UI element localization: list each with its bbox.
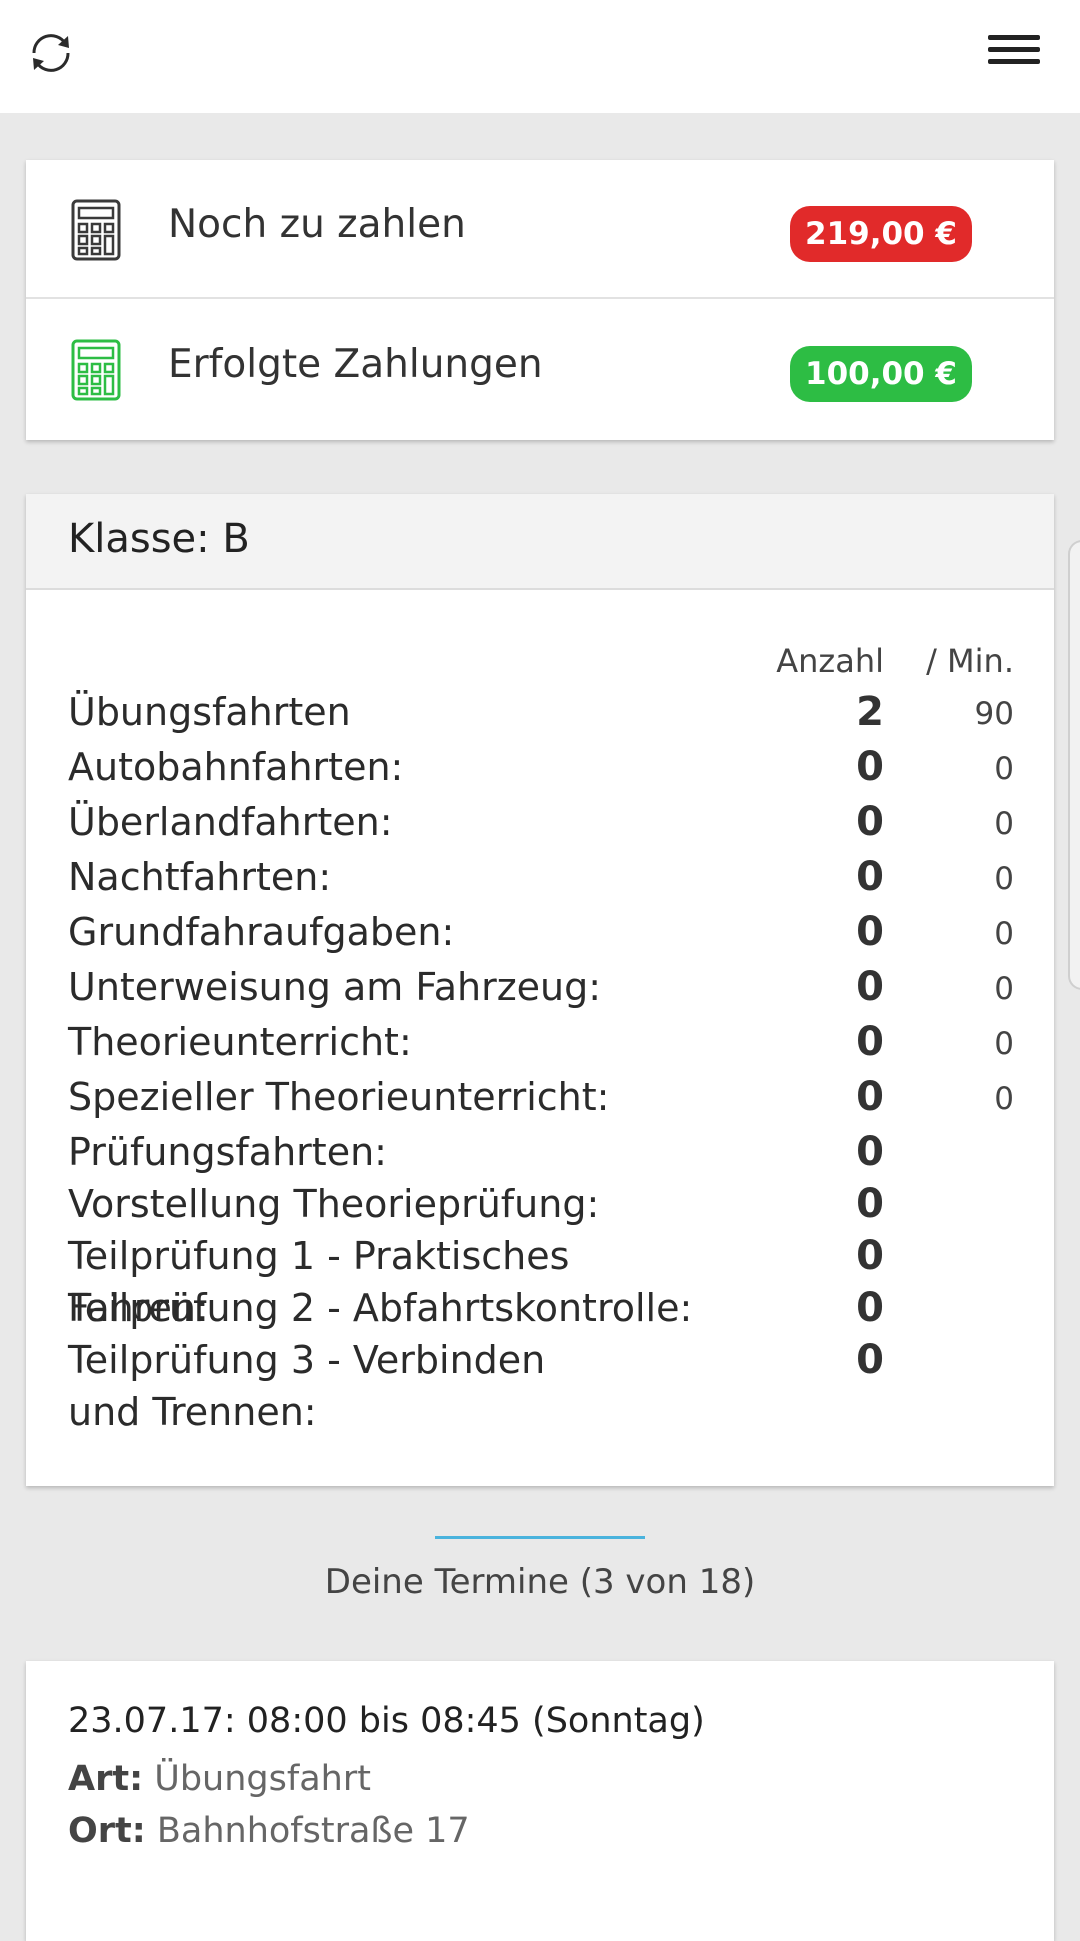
- stat-label: Unterweisung am Fahrzeug:: [68, 965, 602, 1009]
- stat-minutes: 0: [994, 1081, 1014, 1117]
- refresh-icon[interactable]: [24, 26, 78, 80]
- stat-label: Vorstellung Theorieprüfung:: [68, 1182, 600, 1226]
- stat-label: Überlandfahrten:: [68, 800, 393, 844]
- stat-count: 0: [856, 1285, 884, 1331]
- stat-count: 0: [856, 1337, 884, 1383]
- appointment-type: Art: Übungsfahrt: [68, 1759, 371, 1799]
- stat-count: 0: [856, 1129, 884, 1175]
- stat-label: Teilprüfung 3 - Verbinden und Trennen:: [68, 1338, 546, 1434]
- stat-minutes: 0: [994, 916, 1014, 952]
- stat-minutes: 0: [994, 806, 1014, 842]
- stat-minutes: 0: [994, 861, 1014, 897]
- stat-label: Autobahnfahrten:: [68, 745, 404, 789]
- stat-label: Grundfahraufgaben:: [68, 910, 455, 954]
- stat-label: Nachtfahrten:: [68, 855, 332, 899]
- license-class-card: Klasse: B Anzahl / Min. Übungsfahrten 2 …: [26, 494, 1054, 1486]
- column-header-minutes: / Min.: [926, 642, 1014, 680]
- payment-due-row[interactable]: Noch zu zahlen 219,00 €: [26, 160, 1054, 299]
- stat-count: 0: [856, 1181, 884, 1227]
- stat-minutes: 0: [994, 971, 1014, 1007]
- stat-label: Theorieunterricht:: [68, 1020, 412, 1064]
- stat-count: 2: [856, 689, 884, 735]
- appointment-place: Ort: Bahnhofstraße 17: [68, 1811, 470, 1851]
- appointment-type-label: Art:: [68, 1759, 144, 1799]
- stat-label: Teilprüfung 2 - Abfahrtskontrolle:: [68, 1286, 693, 1330]
- stat-count: 0: [856, 854, 884, 900]
- stat-minutes: 0: [994, 1026, 1014, 1062]
- payments-card: Noch zu zahlen 219,00 € Erfolgte Zahlung…: [26, 160, 1054, 440]
- payment-paid-row[interactable]: Erfolgte Zahlungen 100,00 €: [26, 300, 1054, 439]
- calculator-icon: [71, 339, 121, 401]
- column-header-count: Anzahl: [776, 642, 884, 680]
- class-header: Klasse: B: [26, 494, 1054, 590]
- payment-paid-label: Erfolgte Zahlungen: [168, 342, 543, 387]
- side-drawer-handle[interactable]: [1068, 540, 1080, 990]
- payment-due-amount-badge: 219,00 €: [790, 206, 972, 262]
- appointment-type-value: Übungsfahrt: [154, 1759, 371, 1799]
- stat-count: 0: [856, 744, 884, 790]
- appointment-card[interactable]: 23.07.17: 08:00 bis 08:45 (Sonntag) Art:…: [26, 1661, 1054, 1941]
- payment-due-label: Noch zu zahlen: [168, 202, 466, 247]
- stat-label: Prüfungsfahrten:: [68, 1130, 387, 1174]
- appointment-place-label: Ort:: [68, 1811, 146, 1851]
- stat-label: Spezieller Theorieunterricht:: [68, 1075, 610, 1119]
- stat-count: 0: [856, 799, 884, 845]
- hamburger-menu-icon[interactable]: [984, 28, 1042, 78]
- stat-count: 0: [856, 1074, 884, 1120]
- appointments-title: Deine Termine (3 von 18): [324, 1562, 756, 1602]
- appointment-time: 23.07.17: 08:00 bis 08:45 (Sonntag): [68, 1701, 705, 1741]
- stat-count: 0: [856, 1019, 884, 1065]
- top-bar: [0, 0, 1080, 113]
- payment-paid-amount-badge: 100,00 €: [790, 346, 972, 402]
- stat-minutes: 0: [994, 751, 1014, 787]
- calculator-icon: [71, 199, 121, 261]
- appointment-place-value: Bahnhofstraße 17: [156, 1811, 470, 1851]
- section-divider: [435, 1536, 645, 1539]
- stat-minutes: 90: [974, 696, 1014, 732]
- class-title: Klasse: B: [68, 516, 250, 562]
- stat-count: 0: [856, 1233, 884, 1279]
- stat-label: Übungsfahrten: [68, 690, 351, 734]
- stat-count: 0: [856, 909, 884, 955]
- stat-count: 0: [856, 964, 884, 1010]
